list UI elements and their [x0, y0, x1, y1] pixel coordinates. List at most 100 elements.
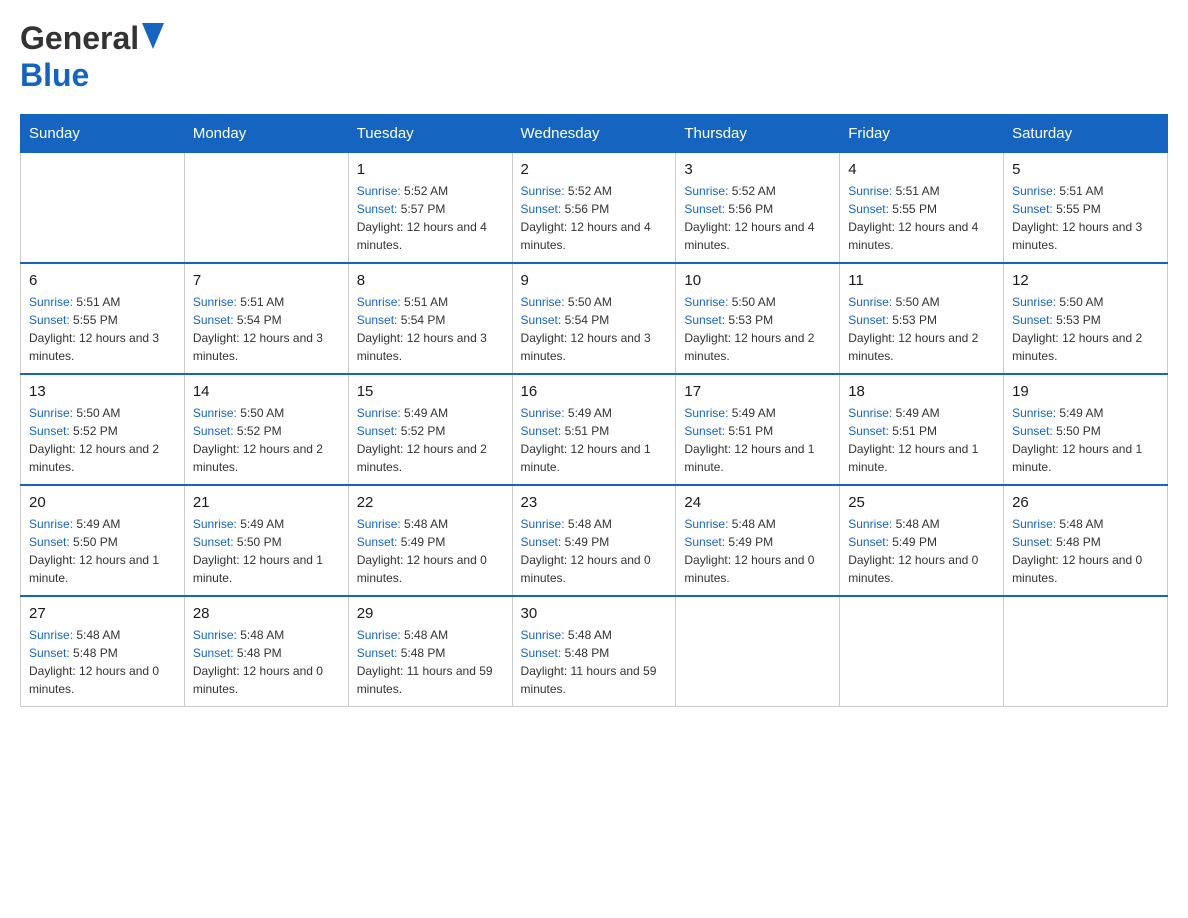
- calendar-cell: [184, 153, 348, 264]
- sun-info: Sunrise: 5:49 AMSunset: 5:51 PMDaylight:…: [684, 404, 831, 476]
- sunset-value: 5:56 PM: [565, 202, 610, 216]
- sunrise-value: 5:50 AM: [732, 295, 776, 309]
- sun-info: Sunrise: 5:50 AMSunset: 5:53 PMDaylight:…: [848, 293, 995, 365]
- sunset-label: Sunset:: [357, 202, 401, 216]
- sunrise-value: 5:50 AM: [240, 406, 284, 420]
- sunrise-label: Sunrise:: [29, 406, 76, 420]
- sunset-label: Sunset:: [684, 313, 728, 327]
- calendar-cell: 9Sunrise: 5:50 AMSunset: 5:54 PMDaylight…: [512, 263, 676, 374]
- sun-info: Sunrise: 5:49 AMSunset: 5:50 PMDaylight:…: [1012, 404, 1159, 476]
- calendar-cell: [1004, 596, 1168, 707]
- sunset-value: 5:49 PM: [565, 535, 610, 549]
- sunrise-value: 5:52 AM: [568, 184, 612, 198]
- sunrise-label: Sunrise:: [521, 184, 568, 198]
- sun-info: Sunrise: 5:52 AMSunset: 5:56 PM Daylight:…: [521, 182, 668, 254]
- day-number: 4: [848, 161, 995, 178]
- sunset-label: Sunset:: [1012, 313, 1056, 327]
- sunrise-value: 5:49 AM: [732, 406, 776, 420]
- daylight-value: Daylight: 12 hours and 4 minutes.: [521, 220, 651, 252]
- calendar-cell: [21, 153, 185, 264]
- sunrise-label: Sunrise:: [357, 184, 404, 198]
- sun-info: Sunrise: 5:50 AMSunset: 5:54 PMDaylight:…: [521, 293, 668, 365]
- daylight-value: Daylight: 12 hours and 3 minutes.: [193, 331, 323, 363]
- sunset-label: Sunset:: [193, 313, 237, 327]
- daylight-value: Daylight: 12 hours and 1 minute.: [684, 442, 814, 474]
- calendar-cell: 27Sunrise: 5:48 AMSunset: 5:48 PMDayligh…: [21, 596, 185, 707]
- day-number: 25: [848, 494, 995, 511]
- daylight-value: Daylight: 12 hours and 2 minutes.: [1012, 331, 1142, 363]
- sunrise-label: Sunrise:: [1012, 406, 1059, 420]
- col-header-friday: Friday: [840, 115, 1004, 153]
- sun-info: Sunrise: 5:49 AMSunset: 5:50 PMDaylight:…: [193, 515, 340, 587]
- daylight-value: Daylight: 12 hours and 1 minute.: [193, 553, 323, 585]
- day-number: 24: [684, 494, 831, 511]
- sunset-value: 5:49 PM: [728, 535, 773, 549]
- sun-info: Sunrise: 5:48 AMSunset: 5:49 PMDaylight:…: [357, 515, 504, 587]
- sunset-label: Sunset:: [521, 313, 565, 327]
- sunset-value: 5:49 PM: [892, 535, 937, 549]
- calendar-cell: 22 Sunrise: 5:48 AMSunset: 5:49 PMDayligh…: [348, 485, 512, 596]
- week-row-2: 6Sunrise: 5:51 AMSunset: 5:55 PMDaylight…: [21, 263, 1168, 374]
- daylight-value: Daylight: 12 hours and 4 minutes.: [848, 220, 978, 252]
- day-number: 3: [684, 161, 831, 178]
- sunrise-value: 5:49 AM: [1059, 406, 1103, 420]
- sunrise-label: Sunrise:: [521, 295, 568, 309]
- calendar-cell: 4Sunrise: 5:51 AMSunset: 5:55 PMDaylight…: [840, 153, 1004, 264]
- daylight-value: Daylight: 12 hours and 3 minutes.: [357, 331, 487, 363]
- daylight-value: Daylight: 12 hours and 1 minute.: [521, 442, 651, 474]
- sun-info: Sunrise: 5:49 AMSunset: 5:50 PMDaylight:…: [29, 515, 176, 587]
- logo-arrow-icon: [142, 23, 164, 54]
- daylight-value: Daylight: 12 hours and 3 minutes.: [29, 331, 159, 363]
- daylight-value: Daylight: 11 hours and 59 minutes.: [357, 664, 493, 696]
- day-number: 7: [193, 272, 340, 289]
- sunrise-label: Sunrise:: [29, 295, 76, 309]
- sunset-value: 5:54 PM: [565, 313, 610, 327]
- calendar-cell: 19Sunrise: 5:49 AMSunset: 5:50 PMDayligh…: [1004, 374, 1168, 485]
- sunrise-label: Sunrise:: [521, 628, 568, 642]
- sun-info: Sunrise: 5:48 AMSunset: 5:48 PMDaylight:…: [521, 626, 668, 698]
- calendar-cell: [676, 596, 840, 707]
- sunset-value: 5:51 PM: [892, 424, 937, 438]
- calendar-cell: 3Sunrise: 5:52 AMSunset: 5:56 PMDaylight…: [676, 153, 840, 264]
- sunset-value: 5:52 PM: [73, 424, 118, 438]
- day-number: 2: [521, 161, 668, 178]
- sunrise-value: 5:50 AM: [76, 406, 120, 420]
- sunset-label: Sunset:: [193, 424, 237, 438]
- calendar-cell: 2 Sunrise: 5:52 AMSunset: 5:56 PM Daylight…: [512, 153, 676, 264]
- sunset-label: Sunset:: [521, 202, 565, 216]
- sunset-label: Sunset:: [193, 646, 237, 660]
- day-number: 22: [357, 494, 504, 511]
- sunrise-label: Sunrise:: [1012, 295, 1059, 309]
- day-number: 8: [357, 272, 504, 289]
- sunrise-value: 5:48 AM: [76, 628, 120, 642]
- sun-info: Sunrise: 5:49 AMSunset: 5:52 PMDaylight:…: [357, 404, 504, 476]
- sunset-value: 5:53 PM: [728, 313, 773, 327]
- sunset-value: 5:55 PM: [1056, 202, 1101, 216]
- calendar-cell: 28Sunrise: 5:48 AMSunset: 5:48 PMDayligh…: [184, 596, 348, 707]
- sun-info: Sunrise: 5:48 AMSunset: 5:48 PMDaylight:…: [193, 626, 340, 698]
- sunset-label: Sunset:: [521, 535, 565, 549]
- day-number: 23: [521, 494, 668, 511]
- daylight-value: Daylight: 12 hours and 4 minutes.: [357, 220, 487, 252]
- sunrise-label: Sunrise:: [357, 628, 404, 642]
- sunset-label: Sunset:: [521, 646, 565, 660]
- sunset-value: 5:48 PM: [73, 646, 118, 660]
- sunset-value: 5:52 PM: [401, 424, 446, 438]
- daylight-value: Daylight: 12 hours and 2 minutes.: [193, 442, 323, 474]
- daylight-value: Daylight: 12 hours and 0 minutes.: [29, 664, 159, 696]
- sunset-value: 5:57 PM: [401, 202, 446, 216]
- sunrise-label: Sunrise:: [29, 628, 76, 642]
- daylight-value: Daylight: 12 hours and 1 minute.: [848, 442, 978, 474]
- sunrise-label: Sunrise:: [521, 406, 568, 420]
- sun-info: Sunrise: 5:48 AMSunset: 5:49 PMDaylight:…: [684, 515, 831, 587]
- calendar-cell: 15Sunrise: 5:49 AMSunset: 5:52 PMDayligh…: [348, 374, 512, 485]
- sunrise-value: 5:48 AM: [568, 628, 612, 642]
- sunrise-value: 5:50 AM: [568, 295, 612, 309]
- sun-info: Sunrise: 5:51 AMSunset: 5:55 PMDaylight:…: [29, 293, 176, 365]
- sun-info: Sunrise: 5:49 AMSunset: 5:51 PMDaylight:…: [848, 404, 995, 476]
- calendar-cell: 5Sunrise: 5:51 AMSunset: 5:55 PMDaylight…: [1004, 153, 1168, 264]
- sunset-value: 5:54 PM: [401, 313, 446, 327]
- sunrise-label: Sunrise:: [684, 184, 731, 198]
- sunset-label: Sunset:: [684, 535, 728, 549]
- calendar-cell: 20Sunrise: 5:49 AMSunset: 5:50 PMDayligh…: [21, 485, 185, 596]
